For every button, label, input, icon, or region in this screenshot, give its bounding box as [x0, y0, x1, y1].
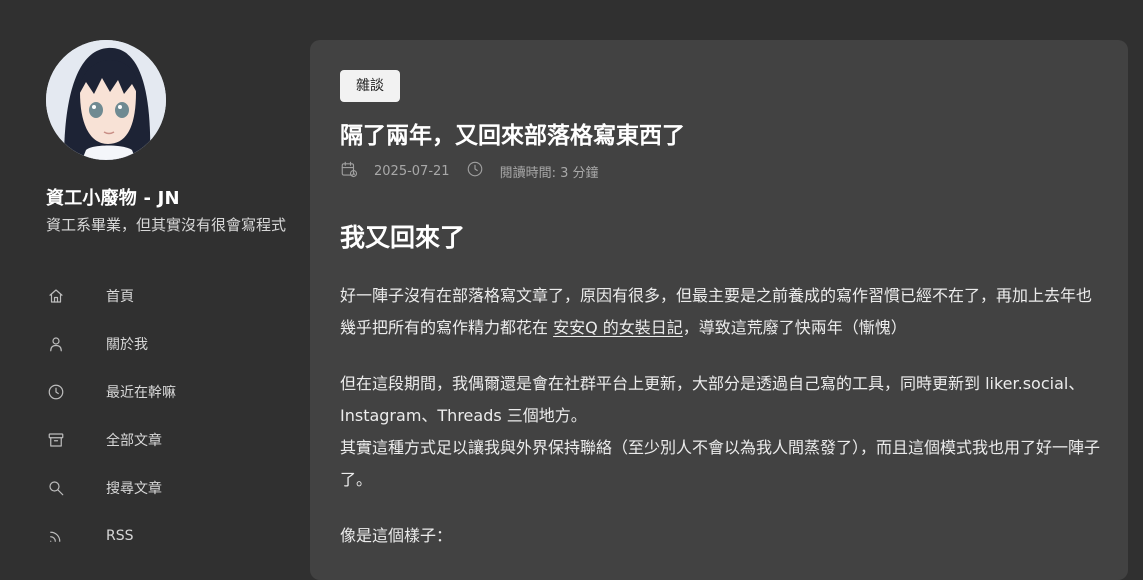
post-title[interactable]: 隔了兩年，又回來部落格寫東西了	[340, 116, 685, 150]
archive-icon	[46, 430, 66, 450]
sidebar-item-home[interactable]: 首頁	[46, 272, 296, 320]
paragraph-text: 但在這段期間，我偶爾還是會在社群平台上更新，大部分是透過自己寫的工具，同時更新到…	[340, 374, 1085, 425]
sidebar-menu: 首頁 關於我 最近在幹嘛 全部文章 搜尋文章 RSS	[46, 272, 296, 560]
post-date: 2025-07-21	[374, 163, 450, 179]
sidebar-item-now[interactable]: 最近在幹嘛	[46, 368, 296, 416]
user-icon	[46, 334, 66, 354]
avatar-illustration	[46, 40, 166, 160]
calendar-icon	[340, 160, 358, 182]
site-description: 資工系畢業，但其實沒有很會寫程式	[46, 216, 287, 234]
paragraph-text: ，導致這荒廢了快兩年（慚愧）	[682, 318, 907, 337]
sidebar-item-label: 全部文章	[106, 433, 162, 449]
sidebar-item-label: 搜尋文章	[106, 481, 162, 497]
avatar[interactable]	[46, 40, 166, 160]
paragraph: 但在這段期間，我偶爾還是會在社群平台上更新，大部分是透過自己寫的工具，同時更新到…	[340, 368, 1100, 496]
sidebar-item-rss[interactable]: RSS	[46, 512, 296, 560]
paragraph: 好一陣子沒有在部落格寫文章了，原因有很多，但最主要是之前養成的寫作習慣已經不在了…	[340, 280, 1100, 344]
paragraph-text: 其實這種方式足以讓我與外界保持聯絡（至少別人不會以為我人間蒸發了），而且這個模式…	[340, 438, 1101, 489]
post-content: 我又回來了 好一陣子沒有在部落格寫文章了，原因有很多，但最主要是之前養成的寫作習…	[340, 218, 1100, 576]
sidebar-item-about[interactable]: 關於我	[46, 320, 296, 368]
sidebar-item-search[interactable]: 搜尋文章	[46, 464, 296, 512]
sidebar-item-label: 最近在幹嘛	[106, 385, 176, 401]
rss-icon	[46, 526, 66, 546]
reading-time: 閱讀時間: 3 分鐘	[499, 165, 599, 181]
home-icon	[46, 286, 66, 306]
category-tag[interactable]: 雜談	[340, 70, 400, 102]
sidebar-item-label: RSS	[106, 528, 134, 544]
sidebar-item-archives[interactable]: 全部文章	[46, 416, 296, 464]
clock-icon	[466, 160, 484, 182]
post-meta: 2025-07-21 閱讀時間: 3 分鐘	[340, 160, 614, 182]
site-title[interactable]: 資工小廢物 - JN	[46, 184, 180, 210]
search-icon	[46, 478, 66, 498]
clock-icon	[46, 382, 66, 402]
inline-link[interactable]: 安安Q 的女裝日記	[553, 318, 683, 337]
article-card: 雜談 隔了兩年，又回來部落格寫東西了 2025-07-21 閱讀時間: 3 分鐘…	[310, 40, 1128, 580]
sidebar-item-label: 首頁	[106, 289, 134, 305]
paragraph: 像是這個樣子：	[340, 526, 453, 545]
sidebar: 資工小廢物 - JN 資工系畢業，但其實沒有很會寫程式 首頁 關於我 最近在幹嘛…	[0, 0, 310, 557]
sidebar-item-label: 關於我	[106, 337, 148, 353]
section-heading: 我又回來了	[340, 223, 466, 252]
